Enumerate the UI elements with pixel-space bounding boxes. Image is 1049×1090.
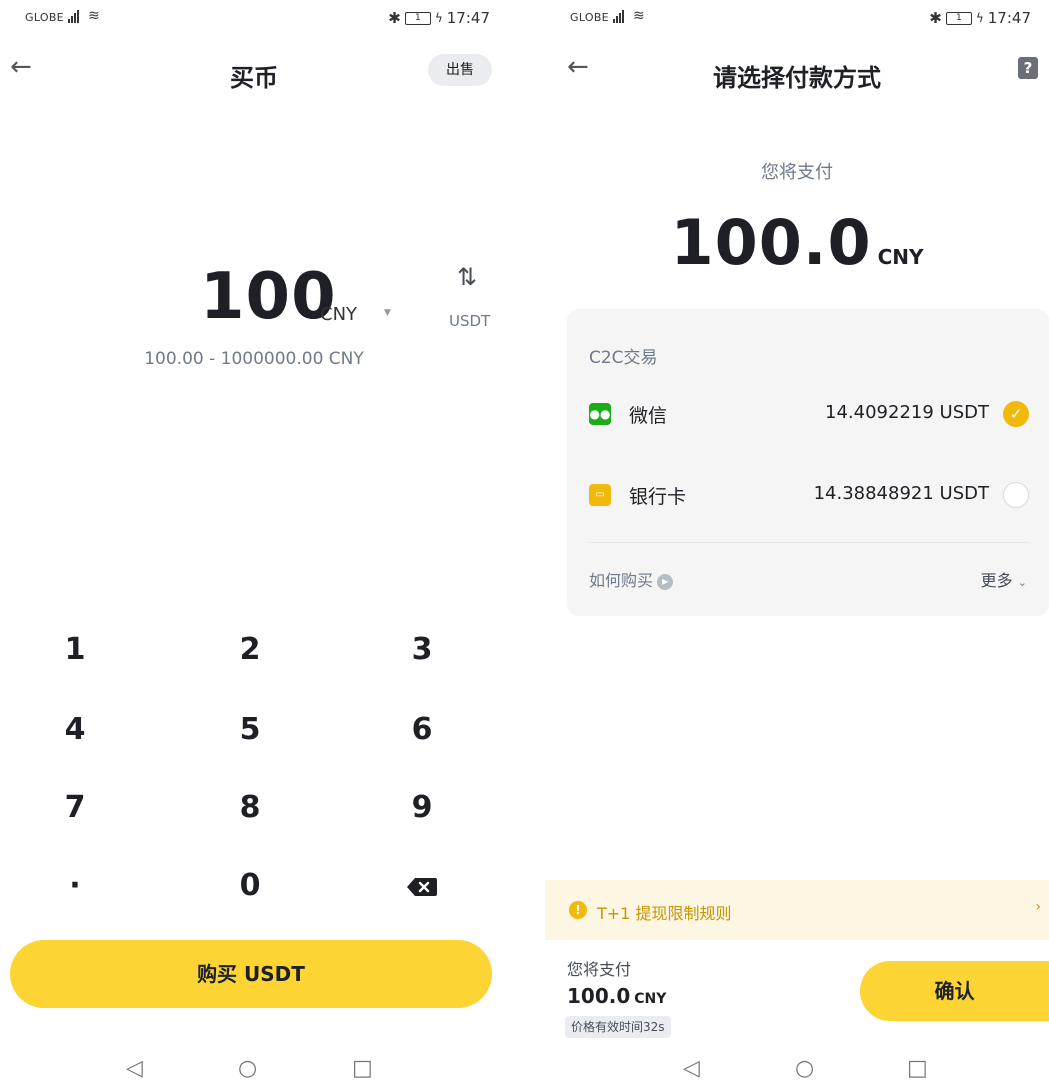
battery-icon: 1 <box>404 11 431 25</box>
payment-methods-card: C2C交易 ●● 微信 14.4092219 USDT ✓ ▭ 银行卡 14.3… <box>567 309 1049 616</box>
card-title: C2C交易 <box>589 348 658 368</box>
method-value: 14.4092219 USDT <box>825 402 989 423</box>
backspace-icon <box>407 877 437 896</box>
bluetooth-icon: ✱ <box>388 9 401 27</box>
key-0[interactable]: 0 <box>190 856 310 916</box>
status-bar: GLOBE ≋ ✱ 1 ϟ 17:47 <box>0 0 508 38</box>
nav-recents-icon[interactable]: □ <box>907 1056 928 1081</box>
method-name: 微信 <box>629 405 668 427</box>
status-right: ✱ 1 ϟ 17:47 <box>929 9 1031 27</box>
nav-home-icon[interactable]: ○ <box>238 1056 257 1081</box>
chevron-down-icon: ⌄ <box>1017 576 1027 589</box>
bank-card-icon: ▭ <box>589 484 611 506</box>
page-title: 请选择付款方式 <box>713 64 881 92</box>
key-6[interactable]: 6 <box>362 700 482 760</box>
key-3[interactable]: 3 <box>362 620 482 680</box>
nav-back-icon[interactable]: ◁ <box>126 1056 143 1081</box>
price-validity-timer: 价格有效时间32s <box>565 1016 671 1038</box>
notice-text: T+1 提现限制规则 <box>597 904 732 923</box>
amount-value: 100 <box>200 260 337 334</box>
more-label: 更多 <box>980 571 1013 590</box>
footer-amount-currency: CNY <box>634 991 667 1007</box>
divider <box>589 542 1029 543</box>
method-wechat[interactable]: ●● 微信 14.4092219 USDT ✓ <box>567 389 1049 439</box>
swap-currency-label[interactable]: USDT <box>449 312 490 330</box>
sell-button[interactable]: 出售 <box>428 54 492 86</box>
footer-amount: 100.0 CNY <box>567 984 666 1008</box>
key-5[interactable]: 5 <box>190 700 310 760</box>
key-8[interactable]: 8 <box>190 778 310 838</box>
clock: 17:47 <box>446 9 490 27</box>
buy-usdt-button[interactable]: 购买 USDT <box>10 940 492 1008</box>
battery-icon: 1 <box>945 11 972 25</box>
wifi-icon: ≋ <box>633 8 645 24</box>
pay-amount-value: 100.0 <box>670 206 872 279</box>
checkout-footer: 您将支付 100.0 CNY 价格有效时间32s 确认 <box>545 940 1049 1050</box>
withdraw-rule-banner[interactable]: ! T+1 提现限制规则 › <box>545 880 1049 940</box>
bluetooth-icon: ✱ <box>929 9 942 27</box>
footer-pay-label: 您将支付 <box>567 960 632 979</box>
swap-icon[interactable]: ⇅ <box>455 263 479 291</box>
system-nav-bar: ◁ ○ □ <box>545 1056 1049 1090</box>
buy-crypto-screen: GLOBE ≋ ✱ 1 ϟ 17:47 ← 买币 出售 100 CNY ▼ ⇅ … <box>0 0 508 1090</box>
nav-back-icon[interactable]: ◁ <box>683 1056 700 1081</box>
key-2[interactable]: 2 <box>190 620 310 680</box>
amount-display: 100 CNY ▼ <box>200 260 400 334</box>
confirm-button[interactable]: 确认 <box>860 961 1049 1021</box>
amount-range: 100.00 - 1000000.00 CNY <box>144 349 364 369</box>
key-9[interactable]: 9 <box>362 778 482 838</box>
help-icon[interactable]: ? <box>1018 57 1038 79</box>
key-4[interactable]: 4 <box>15 700 135 760</box>
signal-icon <box>613 9 624 23</box>
key-1[interactable]: 1 <box>15 620 135 680</box>
nav-recents-icon[interactable]: □ <box>352 1056 373 1081</box>
header: ← 请选择付款方式 ? <box>545 38 1049 104</box>
pay-amount-currency: CNY <box>877 245 924 269</box>
payment-method-screen: GLOBE ≋ ✱ 1 ϟ 17:47 ← 请选择付款方式 ? 您将支付 100… <box>545 0 1049 1090</box>
carrier-label: GLOBE <box>570 11 609 24</box>
chevron-right-icon: › <box>1035 899 1041 915</box>
how-to-buy-link[interactable]: 如何购买 ▶ <box>589 567 674 591</box>
backspace-key[interactable] <box>362 856 482 916</box>
method-value: 14.38848921 USDT <box>813 483 989 504</box>
key-7[interactable]: 7 <box>15 778 135 838</box>
status-bar: GLOBE ≋ ✱ 1 ϟ 17:47 <box>545 0 1049 38</box>
pay-label: 您将支付 <box>761 162 833 183</box>
header: ← 买币 出售 <box>0 38 508 104</box>
footer-amount-value: 100.0 <box>567 984 631 1008</box>
currency-selector[interactable]: CNY <box>320 304 357 325</box>
play-icon: ▶ <box>657 573 674 590</box>
system-nav-bar: ◁ ○ □ <box>0 1056 508 1090</box>
pay-amount: 100.0 CNY <box>545 206 1049 279</box>
unchecked-radio-icon[interactable] <box>1003 482 1029 508</box>
how-to-buy-label: 如何购买 <box>589 571 654 590</box>
charging-icon: ϟ <box>434 11 443 25</box>
method-name: 银行卡 <box>629 486 687 508</box>
nav-home-icon[interactable]: ○ <box>795 1056 814 1081</box>
method-bank-card[interactable]: ▭ 银行卡 14.38848921 USDT <box>567 470 1049 520</box>
wifi-icon: ≋ <box>88 8 100 24</box>
signal-icon <box>68 9 79 23</box>
caret-down-icon[interactable]: ▼ <box>384 308 391 318</box>
more-toggle[interactable]: 更多 ⌄ <box>981 567 1027 591</box>
wechat-icon: ●● <box>589 403 611 425</box>
clock: 17:47 <box>987 9 1031 27</box>
carrier-label: GLOBE <box>25 11 64 24</box>
checked-icon[interactable]: ✓ <box>1003 401 1029 427</box>
key-decimal[interactable]: · <box>15 856 135 916</box>
status-right: ✱ 1 ϟ 17:47 <box>388 9 490 27</box>
warning-icon: ! <box>569 901 587 919</box>
charging-icon: ϟ <box>975 11 984 25</box>
